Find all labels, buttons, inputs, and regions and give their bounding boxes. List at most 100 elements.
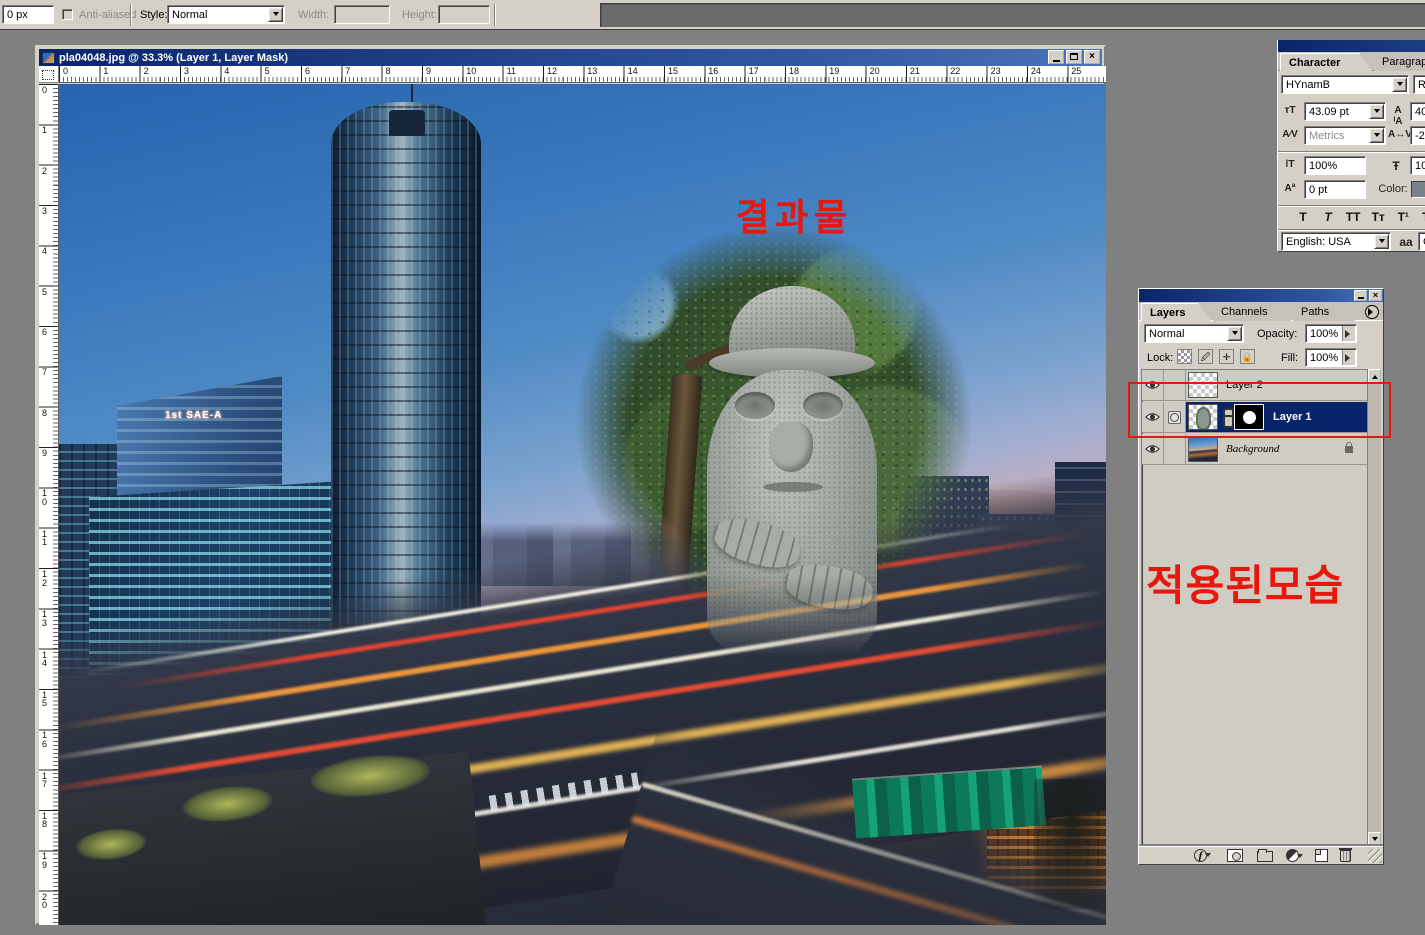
baseline-shift-field[interactable]: 0 pt <box>1304 180 1366 199</box>
opacity-slider-button[interactable] <box>1342 326 1355 341</box>
scroll-down-button[interactable] <box>1368 832 1381 846</box>
dropdown-arrow-icon[interactable] <box>1369 104 1384 119</box>
lock-pixels-icon[interactable]: 🖉 <box>1198 349 1213 364</box>
tolerance-input[interactable]: 0 px <box>2 5 54 24</box>
canvas[interactable]: 1st SAE-A 제일화재 <box>59 84 1106 925</box>
ruler-number: 24 <box>1030 67 1042 76</box>
palette-menu-button[interactable] <box>1365 305 1379 319</box>
leading-field[interactable]: 40. <box>1410 102 1425 121</box>
tab-paths[interactable]: Paths <box>1293 303 1355 321</box>
ruler-number: 12 <box>546 67 558 76</box>
visibility-toggle[interactable] <box>1142 402 1164 432</box>
height-input[interactable] <box>438 5 490 24</box>
visibility-toggle[interactable] <box>1142 434 1164 464</box>
scroll-up-button[interactable] <box>1368 369 1381 383</box>
tracking-value: -25 <box>1415 130 1425 142</box>
separator <box>130 4 132 26</box>
fill-slider-button[interactable] <box>1342 350 1355 365</box>
small-caps-button[interactable]: Tᴛ <box>1367 210 1389 224</box>
new-group-button[interactable] <box>1257 851 1273 862</box>
superscript-button[interactable]: T¹ <box>1392 210 1414 224</box>
opacity-field[interactable]: 100% <box>1305 324 1357 343</box>
vertical-ruler[interactable]: 01234567891011121314151617181920 <box>39 84 59 925</box>
palette-minimize-button[interactable] <box>1354 290 1367 301</box>
new-layer-button[interactable] <box>1315 849 1328 862</box>
lock-transparency-icon[interactable] <box>1177 349 1192 364</box>
faux-italic-button[interactable]: T <box>1317 210 1339 224</box>
layer-row-background[interactable]: Background <box>1142 434 1368 465</box>
lock-position-icon[interactable]: ✛ <box>1219 349 1234 364</box>
width-label: Width: <box>298 9 329 21</box>
character-palette-titlebar[interactable] <box>1278 40 1425 52</box>
all-caps-button[interactable]: TT <box>1342 210 1364 224</box>
dropdown-arrow-icon[interactable] <box>1374 234 1389 249</box>
mask-link-icon[interactable] <box>1222 408 1231 426</box>
dropdown-arrow-icon[interactable] <box>268 7 283 22</box>
horizontal-ruler[interactable]: 0123456789101112131415161718192021222324… <box>59 66 1106 83</box>
blend-mode-dropdown[interactable]: Normal <box>1144 324 1244 343</box>
link-column[interactable] <box>1164 370 1186 400</box>
tab-paragraph[interactable]: Paragraph <box>1374 53 1425 71</box>
ruler-number: 17 <box>41 772 48 789</box>
text-color-swatch[interactable] <box>1411 181 1425 198</box>
ruler-origin[interactable] <box>39 66 59 83</box>
layer-name[interactable]: Background <box>1226 443 1279 455</box>
add-layer-mask-button[interactable] <box>1227 849 1243 862</box>
vertical-scale-field[interactable]: 100% <box>1304 156 1366 175</box>
applied-annotation-text: 적용된모습 <box>1146 552 1344 613</box>
document-titlebar[interactable]: pla04048.jpg @ 33.3% (Layer 1, Layer Mas… <box>39 49 1102 66</box>
layer-thumbnail[interactable] <box>1188 372 1218 398</box>
layer-name[interactable]: Layer 2 <box>1226 379 1263 391</box>
layers-scrollbar[interactable] <box>1367 369 1381 846</box>
adjustment-layer-button[interactable] <box>1286 849 1299 862</box>
visibility-toggle[interactable] <box>1142 370 1164 400</box>
ruler-number: 7 <box>344 67 351 76</box>
kerning-dropdown[interactable]: Metrics <box>1304 126 1386 145</box>
ruler-number: 7 <box>41 368 48 377</box>
dropdown-arrow-icon[interactable] <box>1227 326 1242 341</box>
kerning-value: Metrics <box>1309 130 1344 142</box>
layer-thumbnail[interactable] <box>1188 436 1218 462</box>
font-family-dropdown[interactable]: HYnamB <box>1281 75 1409 94</box>
layer-style-button[interactable]: f <box>1194 849 1207 862</box>
anti-aliased-label: Anti-aliased <box>79 9 136 21</box>
anti-aliased-checkbox[interactable] <box>62 9 73 20</box>
palette-close-button[interactable]: × <box>1369 290 1382 301</box>
width-input[interactable] <box>334 5 390 24</box>
subscript-button[interactable]: T₁ <box>1417 210 1425 224</box>
style-dropdown[interactable]: Normal <box>167 5 285 24</box>
ruler-number: 6 <box>304 67 311 76</box>
mask-edit-indicator[interactable] <box>1164 402 1186 432</box>
maximize-button[interactable] <box>1066 50 1082 64</box>
layers-list: Layer 2 Layer 1 Background 적용된모습 <box>1141 369 1369 846</box>
tab-character[interactable]: Character <box>1280 53 1372 71</box>
layers-palette-titlebar[interactable]: × <box>1139 289 1383 302</box>
anti-alias-dropdown[interactable]: Cr <box>1418 232 1425 251</box>
tab-channels[interactable]: Channels <box>1213 303 1291 321</box>
layer-name[interactable]: Layer 1 <box>1273 411 1312 423</box>
link-column[interactable] <box>1164 434 1186 464</box>
layer-thumbnail[interactable] <box>1188 404 1218 430</box>
dropdown-arrow-icon[interactable] <box>1392 77 1407 92</box>
layer-mask-thumbnail[interactable] <box>1234 404 1264 430</box>
delete-layer-button[interactable] <box>1340 850 1351 862</box>
font-style-dropdown[interactable]: Regu <box>1413 75 1425 94</box>
tracking-field[interactable]: -25 <box>1410 126 1425 145</box>
dropdown-arrow-icon[interactable] <box>1369 128 1384 143</box>
layers-tab-label: Layers <box>1150 307 1185 319</box>
close-button[interactable]: × <box>1084 50 1100 64</box>
ruler-number: 6 <box>41 328 48 337</box>
lock-all-icon[interactable]: 🔒 <box>1240 349 1255 364</box>
resize-grip[interactable] <box>1368 849 1382 863</box>
language-dropdown[interactable]: English: USA <box>1281 232 1391 251</box>
minimize-icon <box>1053 60 1060 62</box>
layer-row-layer2[interactable]: Layer 2 <box>1142 370 1368 401</box>
layer-row-layer1-selected[interactable]: Layer 1 <box>1142 402 1368 433</box>
faux-bold-button[interactable]: T <box>1292 210 1314 224</box>
minimize-button[interactable] <box>1048 50 1064 64</box>
font-size-field[interactable]: 43.09 pt <box>1304 102 1386 121</box>
tab-layers[interactable]: Layers <box>1141 303 1211 321</box>
horizontal-scale-field[interactable]: 100 <box>1410 156 1425 175</box>
ruler-number: 3 <box>41 207 48 216</box>
fill-field[interactable]: 100% <box>1305 348 1357 367</box>
